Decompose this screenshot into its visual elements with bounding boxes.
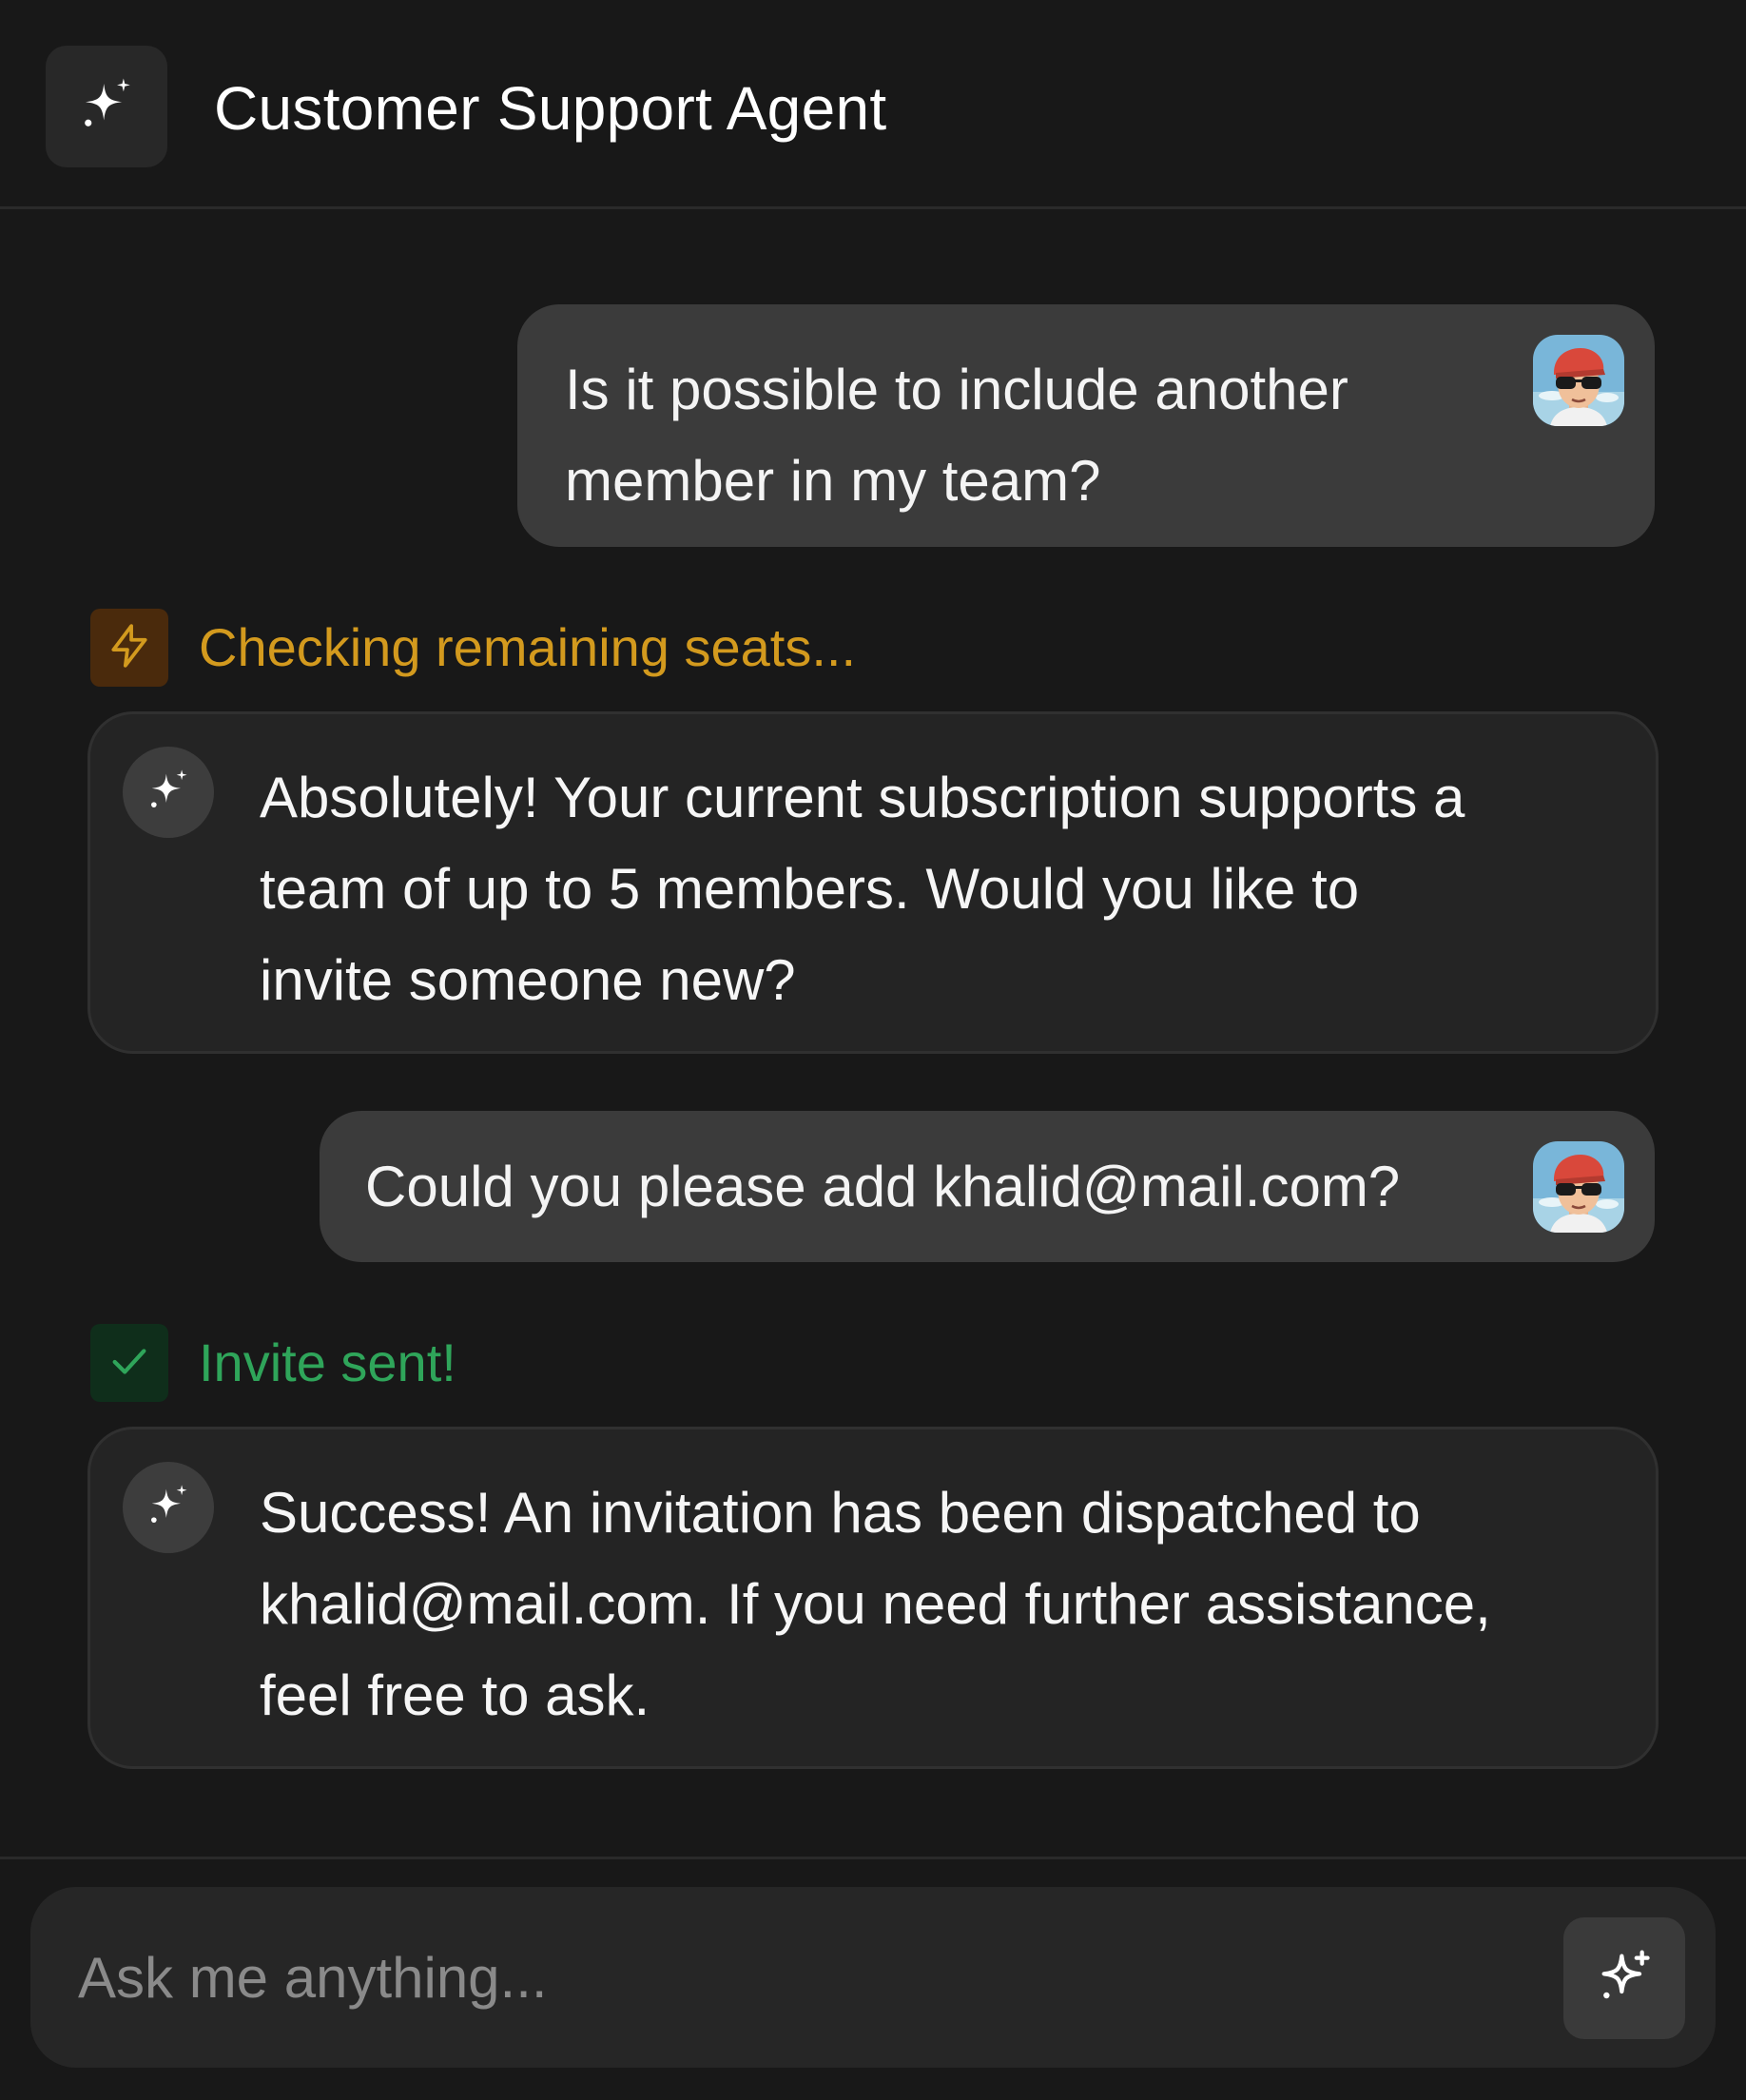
user-message: Is it possible to include another member… <box>517 304 1655 547</box>
agent-message-text: Absolutely! Your current subscription su… <box>260 752 1465 1026</box>
sparkles-icon <box>75 73 138 141</box>
message-line: feel free to ask. <box>260 1663 650 1727</box>
message-line: khalid@mail.com. If you need further ass… <box>260 1572 1491 1636</box>
send-button[interactable] <box>1563 1917 1685 2039</box>
chat-header: Customer Support Agent <box>0 0 1746 209</box>
status-label: Checking remaining seats... <box>199 617 857 677</box>
check-icon-container <box>90 1324 168 1402</box>
sparkles-icon <box>144 766 193 820</box>
agent-message: Absolutely! Your current subscription su… <box>87 711 1659 1054</box>
agent-avatar <box>123 1462 214 1553</box>
agent-logo <box>46 46 167 167</box>
user-avatar <box>1533 1141 1624 1233</box>
user-message: Could you please add khalid@mail.com? <box>320 1111 1655 1262</box>
tool-status-success: Invite sent! <box>90 1324 456 1402</box>
footer-divider <box>0 1857 1746 1859</box>
message-line: team of up to 5 members. Would you like … <box>260 857 1360 921</box>
message-line: Is it possible to include another <box>565 358 1348 421</box>
page-title: Customer Support Agent <box>214 74 887 143</box>
sparkles-icon <box>144 1481 193 1535</box>
message-line: member in my team? <box>565 449 1101 513</box>
agent-avatar <box>123 747 214 838</box>
message-line: invite someone new? <box>260 948 796 1012</box>
lightning-icon <box>106 622 153 674</box>
message-line: Could you please add khalid@mail.com? <box>365 1155 1401 1218</box>
check-icon <box>107 1339 151 1388</box>
message-line: Success! An invitation has been dispatch… <box>260 1481 1421 1545</box>
agent-message-text: Success! An invitation has been dispatch… <box>260 1468 1491 1741</box>
message-composer <box>30 1887 1716 2068</box>
message-input[interactable] <box>78 1939 1504 2015</box>
message-line: Absolutely! Your current subscription su… <box>260 766 1465 829</box>
agent-message: Success! An invitation has been dispatch… <box>87 1427 1659 1769</box>
lightning-icon-container <box>90 609 168 687</box>
status-label: Invite sent! <box>199 1332 456 1392</box>
user-avatar <box>1533 335 1624 426</box>
tool-status-pending: Checking remaining seats... <box>90 609 856 687</box>
sparkles-outline-icon <box>1594 1946 1655 2012</box>
